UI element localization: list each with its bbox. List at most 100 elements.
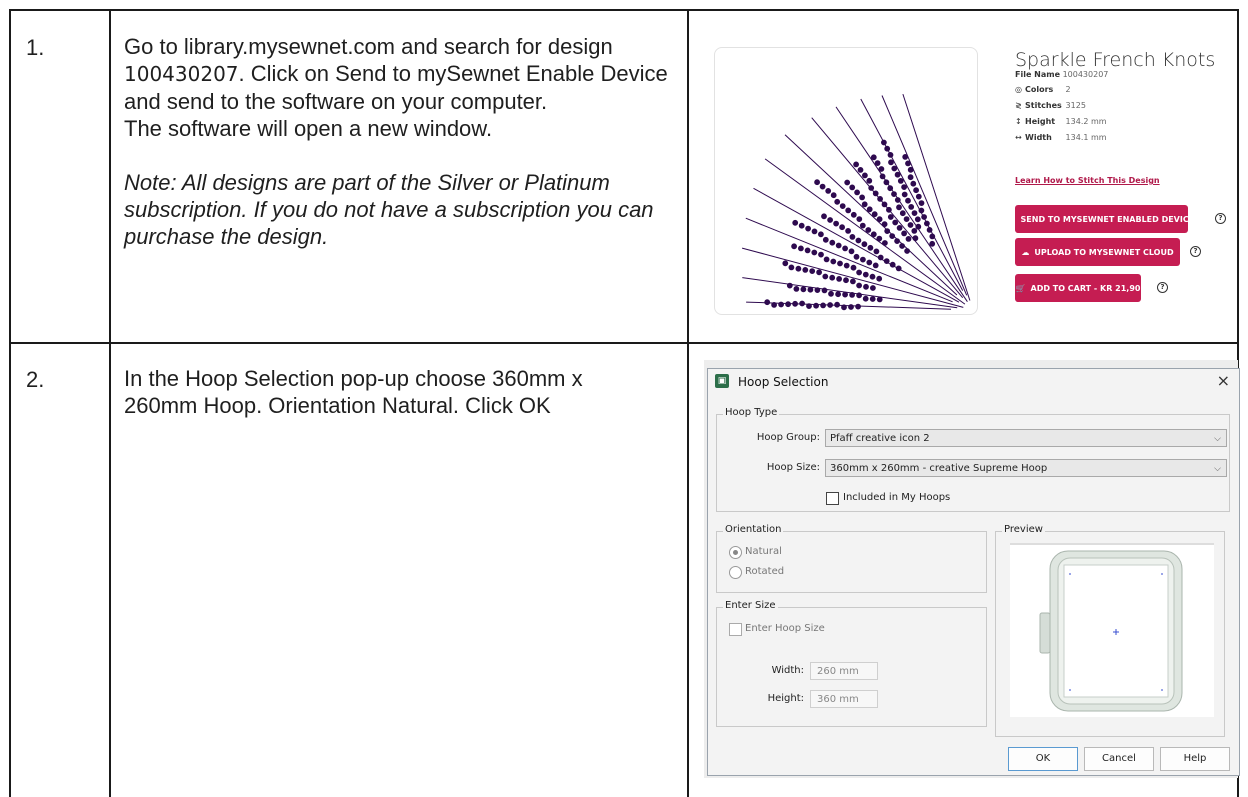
french-knot xyxy=(835,242,842,249)
french-knot xyxy=(849,184,856,191)
french-knot xyxy=(908,204,915,210)
cancel-button[interactable]: Cancel xyxy=(1084,747,1154,771)
design-preview-card[interactable] xyxy=(714,47,978,315)
natural-label: Natural xyxy=(745,546,782,557)
french-knot xyxy=(821,287,828,294)
french-knot xyxy=(850,278,856,285)
french-knot xyxy=(798,222,805,229)
close-icon[interactable]: × xyxy=(1217,371,1230,390)
french-knot xyxy=(841,304,847,311)
french-knot xyxy=(836,276,842,282)
french-knot xyxy=(850,211,857,218)
subscription-note: Note: All designs are part of the Silver… xyxy=(124,170,654,249)
design-number: 100430207 xyxy=(124,62,239,86)
french-knot xyxy=(870,231,877,238)
help-icon[interactable]: ? xyxy=(1157,282,1168,293)
hoop-group-value: Pfaff creative icon 2 xyxy=(830,433,930,444)
french-knot xyxy=(862,295,869,302)
french-knot xyxy=(806,303,812,310)
french-knot xyxy=(799,300,805,307)
french-knot xyxy=(827,302,833,308)
french-knot xyxy=(862,271,869,278)
french-knot xyxy=(914,216,921,223)
included-checkbox[interactable] xyxy=(826,492,839,505)
french-knot xyxy=(856,216,863,223)
french-knot xyxy=(822,273,829,280)
french-knot xyxy=(813,302,819,309)
natural-radio[interactable] xyxy=(729,546,742,559)
french-knot xyxy=(786,282,793,289)
height-field[interactable]: 360 mm xyxy=(810,690,878,708)
meta-value: 134.2 mm xyxy=(1065,117,1107,126)
french-knot xyxy=(859,222,866,229)
enter-hoop-size-label: Enter Hoop Size xyxy=(745,623,825,634)
french-knot xyxy=(819,183,826,190)
french-knot xyxy=(823,256,830,263)
send-button-label: SEND TO MYSEWNET ENABLED DEVICE xyxy=(1020,214,1195,224)
french-knot xyxy=(904,248,911,254)
ok-button[interactable]: OK xyxy=(1008,747,1078,771)
french-knot xyxy=(867,244,874,251)
french-knot xyxy=(911,228,918,234)
upload-cloud-button[interactable]: ☁ UPLOAD TO MYSEWNET CLOUD xyxy=(1015,238,1180,266)
french-knot xyxy=(845,207,852,214)
french-knot xyxy=(918,200,925,207)
french-knot xyxy=(849,292,856,298)
french-knot xyxy=(818,251,824,258)
cart-icon: 🛒 xyxy=(1015,283,1026,293)
french-knot xyxy=(903,216,910,223)
hoop-group-select[interactable]: Pfaff creative icon 2 ⌵ xyxy=(825,429,1227,447)
french-knot xyxy=(785,301,791,308)
help-button[interactable]: Help xyxy=(1160,747,1230,771)
french-knot xyxy=(887,214,894,220)
learn-how-link[interactable]: Learn How to Stitch This Design xyxy=(1015,176,1160,185)
help-icon[interactable]: ? xyxy=(1190,246,1201,257)
french-knot xyxy=(897,178,904,184)
french-knot xyxy=(792,300,798,307)
french-knot xyxy=(850,264,857,271)
meta-value: 134.1 mm xyxy=(1065,133,1107,142)
step-number: 2. xyxy=(26,367,45,392)
french-knot xyxy=(830,192,837,199)
french-knot xyxy=(834,301,840,308)
width-label: Width: xyxy=(771,665,804,676)
french-knot xyxy=(800,286,807,293)
meta-key: File Name xyxy=(1015,70,1061,79)
step-instructions: In the Hoop Selection pop-up choose 360m… xyxy=(124,366,583,418)
french-knot xyxy=(827,217,833,223)
french-knot xyxy=(870,285,876,291)
french-knot xyxy=(764,299,771,306)
hoop-size-select[interactable]: 360mm x 260mm - creative Supreme Hoop ⌵ xyxy=(825,459,1227,477)
french-knot xyxy=(848,304,854,310)
french-knot xyxy=(842,291,849,298)
french-knot xyxy=(905,236,912,242)
cart-button-label: ADD TO CART - KR 21,90 xyxy=(1030,283,1141,293)
french-knot xyxy=(863,283,869,290)
hoop-size-value: 360mm x 260mm - creative Supreme Hoop xyxy=(830,463,1048,474)
meta-value: 100430207 xyxy=(1062,70,1109,79)
french-knot xyxy=(802,267,809,273)
french-knot xyxy=(856,269,863,276)
french-knot xyxy=(876,275,883,282)
french-knot xyxy=(818,231,824,238)
french-knot xyxy=(866,206,873,213)
french-knot xyxy=(848,248,855,255)
french-knot xyxy=(825,188,832,194)
french-knot xyxy=(907,222,914,228)
french-knot xyxy=(793,286,800,292)
french-knot xyxy=(896,204,902,211)
meta-row: ↕ Height 134.2 mm xyxy=(1015,117,1107,126)
rotated-radio[interactable] xyxy=(729,566,742,579)
width-field[interactable]: 260 mm xyxy=(810,662,878,680)
french-knot xyxy=(829,274,836,281)
french-knot xyxy=(834,198,841,205)
table-row-divider xyxy=(9,342,1239,344)
help-icon[interactable]: ? xyxy=(1215,213,1226,224)
french-knot xyxy=(888,159,894,166)
enter-hoop-size-checkbox[interactable] xyxy=(729,623,742,636)
step-text: Go to library.mysewnet.com and search fo… xyxy=(124,34,613,59)
add-to-cart-button[interactable]: 🛒 ADD TO CART - KR 21,90 xyxy=(1015,274,1141,302)
meta-row: File Name 100430207 xyxy=(1015,70,1108,79)
send-to-device-button[interactable]: ➚ SEND TO MYSEWNET ENABLED DEVICE xyxy=(1009,205,1194,233)
meta-key: Colors xyxy=(1025,85,1054,94)
